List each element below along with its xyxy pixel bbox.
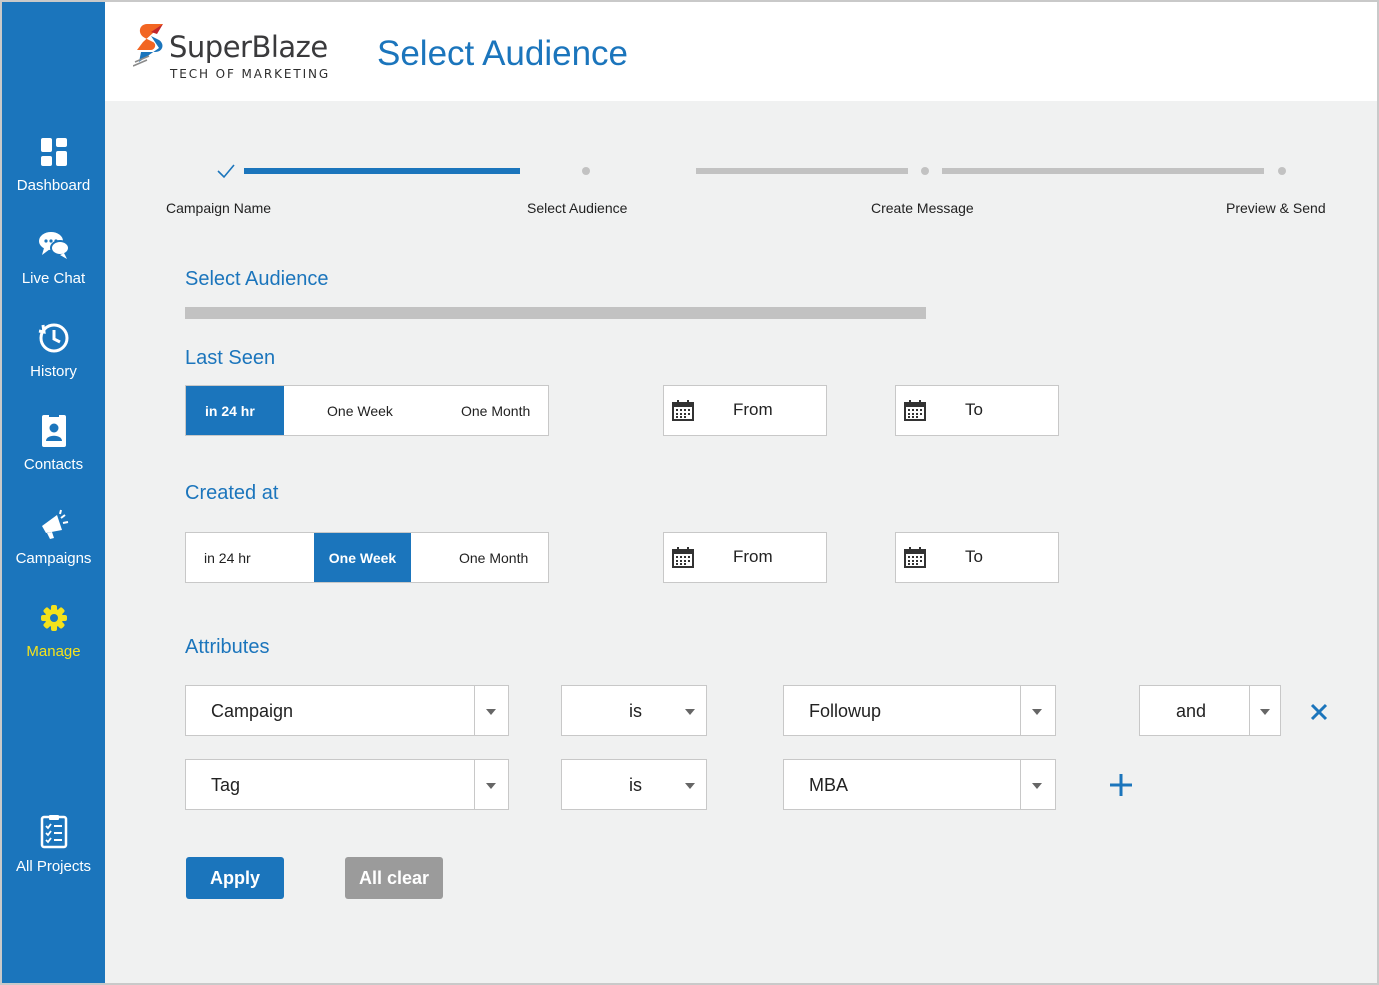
step-label-create-message[interactable]: Create Message [871, 200, 974, 216]
select-value: Tag [211, 775, 241, 795]
date-label: From [733, 547, 773, 566]
sidebar-item-label: Live Chat [21, 270, 86, 287]
brand-tagline: TECH OF MARKETING [170, 67, 331, 81]
chevron-down-icon [486, 709, 496, 715]
step-label-select-audience[interactable]: Select Audience [527, 200, 627, 216]
apply-button[interactable]: Apply [186, 857, 284, 899]
chevron-down-icon [1032, 783, 1042, 789]
select-value: Campaign [211, 701, 294, 721]
sidebar-item-contacts[interactable]: Contacts [2, 414, 105, 473]
last-seen-range-toggle: in 24 hr One Week One Month [185, 385, 549, 436]
attribute-operator-select[interactable]: is [561, 759, 707, 810]
attribute-value-select[interactable]: Followup [783, 685, 1056, 736]
select-divider [1020, 686, 1021, 735]
select-value: is [629, 775, 642, 795]
select-divider [1020, 760, 1021, 809]
date-label: To [965, 400, 983, 419]
section-title-created-at: Created at [185, 482, 279, 504]
remove-row-close-icon[interactable] [1310, 703, 1328, 721]
select-value: is [629, 701, 642, 721]
contacts-icon [41, 414, 66, 447]
calendar-icon [672, 547, 694, 568]
sidebar-item-label: Contacts [23, 456, 84, 473]
created-at-range-toggle: in 24 hr One Week One Month [185, 532, 549, 583]
created-at-to-date[interactable]: To [895, 532, 1059, 583]
sidebar: Dashboard Live Chat History Contacts Cam… [2, 2, 105, 983]
sidebar-item-live-chat[interactable]: Live Chat [2, 228, 105, 287]
step-dot-preview-send [1278, 167, 1286, 175]
sidebar-item-history[interactable]: History [2, 321, 105, 380]
last-seen-to-date[interactable]: To [895, 385, 1059, 436]
last-seen-from-date[interactable]: From [663, 385, 827, 436]
chat-icon [38, 232, 70, 259]
sidebar-item-label: All Projects [15, 858, 92, 875]
sidebar-item-all-projects[interactable]: All Projects [2, 812, 105, 875]
page-title: Select Audience [377, 34, 629, 73]
select-value: MBA [809, 775, 849, 795]
select-value: Followup [809, 701, 882, 721]
chevron-down-icon [486, 783, 496, 789]
attribute-conjunction-select[interactable]: and [1139, 685, 1281, 736]
megaphone-icon [41, 509, 68, 539]
step-track [696, 168, 908, 174]
step-progress-done [244, 168, 520, 174]
date-label: From [733, 400, 773, 419]
sidebar-item-label: Campaigns [15, 550, 92, 567]
calendar-icon [672, 400, 694, 421]
select-divider [474, 686, 475, 735]
sidebar-item-manage[interactable]: Manage [2, 601, 105, 660]
select-divider [1249, 686, 1250, 735]
select-value: and [1176, 701, 1207, 721]
calendar-icon [904, 400, 926, 421]
attribute-operator-select[interactable]: is [561, 685, 707, 736]
sidebar-item-label: History [30, 363, 77, 380]
created-at-option-month[interactable]: One Month [411, 533, 548, 582]
created-at-option-24hr[interactable]: in 24 hr [186, 533, 314, 582]
audience-bar [185, 307, 926, 319]
dashboard-icon [40, 138, 67, 166]
calendar-icon [904, 547, 926, 568]
all-clear-button[interactable]: All clear [345, 857, 443, 899]
step-dot-select-audience [582, 167, 590, 175]
clipboard-icon [40, 815, 67, 849]
attribute-value-select[interactable]: MBA [783, 759, 1056, 810]
gear-icon [40, 605, 67, 631]
created-at-option-week[interactable]: One Week [314, 533, 411, 582]
last-seen-option-month[interactable]: One Month [436, 386, 548, 435]
step-track [942, 168, 1264, 174]
brand-mark-icon [133, 24, 163, 67]
history-icon [38, 323, 68, 353]
step-complete-check-icon [217, 164, 235, 179]
chevron-down-icon [1260, 709, 1270, 715]
brand-name: SuperBlaze [169, 30, 328, 64]
section-title-select-audience: Select Audience [185, 268, 329, 290]
sidebar-item-label: Dashboard [16, 177, 91, 194]
brand-logo[interactable]: SuperBlaze TECH OF MARKETING [133, 20, 343, 82]
created-at-from-date[interactable]: From [663, 532, 827, 583]
add-row-plus-icon[interactable] [1109, 773, 1133, 797]
step-label-preview-send[interactable]: Preview & Send [1226, 200, 1326, 216]
sidebar-item-campaigns[interactable]: Campaigns [2, 508, 105, 567]
last-seen-option-week[interactable]: One Week [284, 386, 436, 435]
sidebar-item-dashboard[interactable]: Dashboard [2, 135, 105, 194]
header: SuperBlaze TECH OF MARKETING Select Audi… [105, 2, 1377, 101]
section-title-attributes: Attributes [185, 636, 270, 658]
step-label-campaign-name[interactable]: Campaign Name [166, 200, 271, 216]
chevron-down-icon [685, 709, 695, 715]
chevron-down-icon [685, 783, 695, 789]
date-label: To [965, 547, 983, 566]
step-dot-create-message [921, 167, 929, 175]
last-seen-option-24hr[interactable]: in 24 hr [186, 386, 284, 435]
attribute-field-select[interactable]: Campaign [185, 685, 509, 736]
attribute-field-select[interactable]: Tag [185, 759, 509, 810]
select-divider [474, 760, 475, 809]
chevron-down-icon [1032, 709, 1042, 715]
sidebar-item-label: Manage [26, 643, 81, 660]
section-title-last-seen: Last Seen [185, 347, 276, 369]
